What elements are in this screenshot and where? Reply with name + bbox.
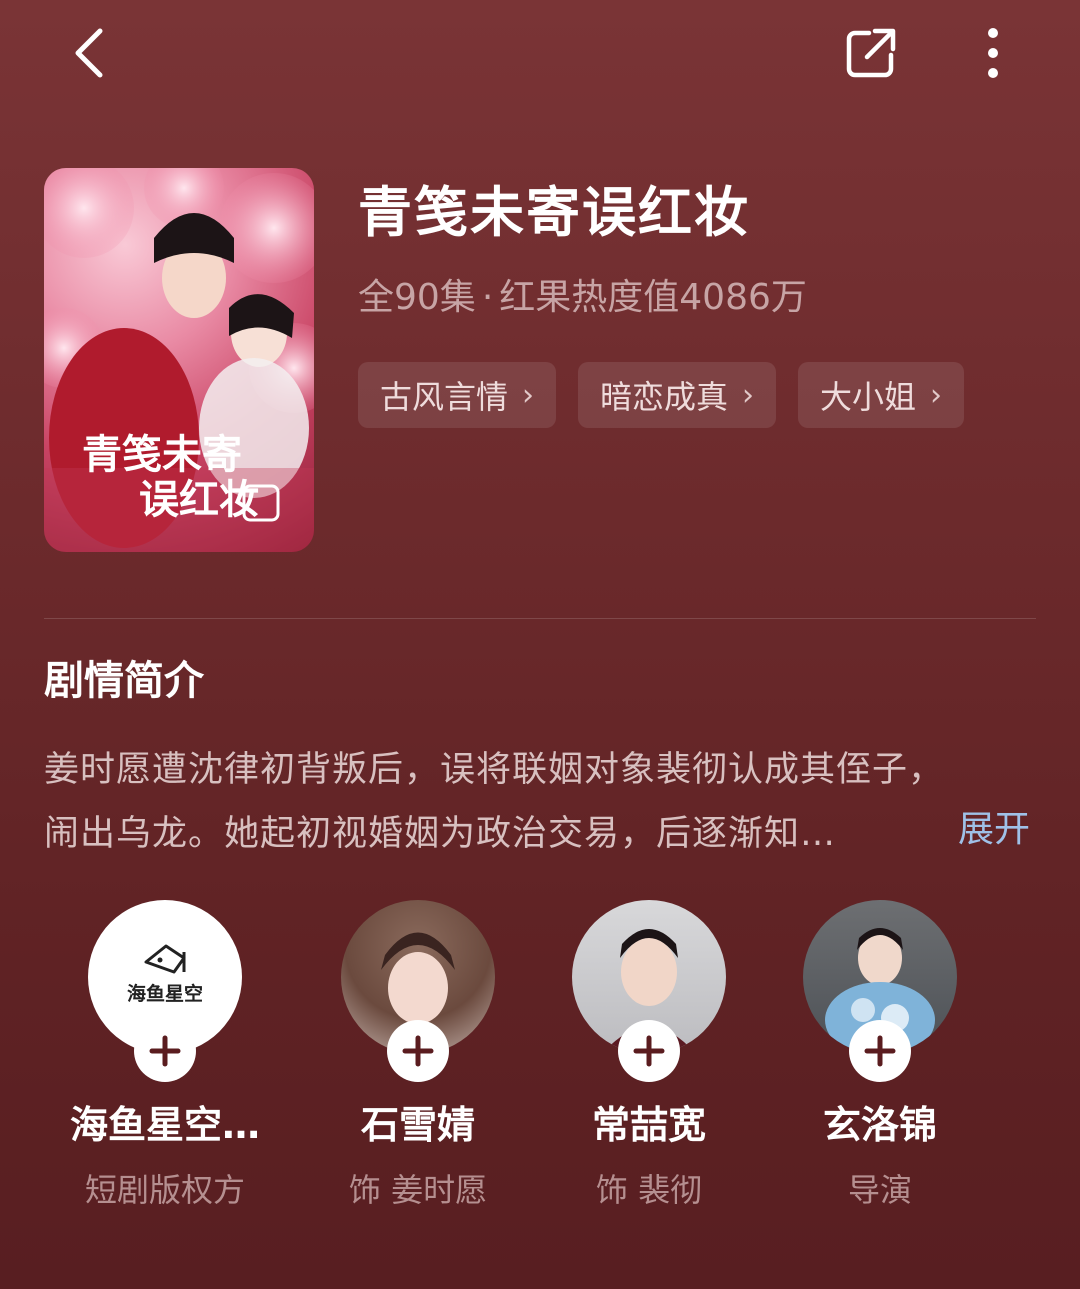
plus-icon <box>864 1035 896 1067</box>
chevron-right-icon: › <box>930 377 943 413</box>
cast-role: 饰 姜时愿 <box>348 1171 488 1209</box>
expand-link[interactable]: 展开 <box>958 800 1030 852</box>
tag-chip[interactable]: 暗恋成真 › <box>578 362 777 428</box>
cast-role: 导演 <box>847 1171 912 1209</box>
plus-icon <box>149 1035 181 1067</box>
cast-member[interactable]: 石雪婧 饰 姜时愿 <box>303 900 533 1211</box>
meta-separator: · <box>481 277 494 318</box>
avatar[interactable] <box>803 900 957 1082</box>
cast-name: 石雪婧 <box>360 1103 475 1147</box>
logo-text: 海鱼星空 <box>127 982 203 1005</box>
cast-name: 海鱼星空… <box>69 1103 260 1147</box>
cast-member[interactable]: 海鱼星空 海鱼星空… 短剧版权方 <box>50 900 280 1211</box>
cast-name: 常喆宽 <box>591 1103 706 1147</box>
cast-role: 短剧版权方 <box>84 1171 245 1209</box>
poster-title-line-1: 青笺未寄 <box>82 431 242 478</box>
synopsis-heading: 剧情简介 <box>44 658 204 704</box>
avatar[interactable]: 海鱼星空 <box>88 900 242 1082</box>
tag-label: 大小姐 <box>820 378 917 416</box>
heat-value: 红果热度值4086万 <box>499 277 807 318</box>
more-vertical-icon <box>988 28 998 78</box>
follow-button[interactable] <box>134 1020 196 1082</box>
tag-label: 古风言情 <box>380 378 509 416</box>
chevron-right-icon: › <box>522 377 535 413</box>
drama-meta: 全90集 · 红果热度值4086万 <box>358 268 807 320</box>
tag-list: 古风言情 › 暗恋成真 › 大小姐 › <box>358 362 965 428</box>
top-bar <box>0 0 1080 110</box>
tag-label: 暗恋成真 <box>600 378 729 416</box>
synopsis-line-1: 姜时愿遭沈律初背叛后，误将联姻对象裴彻认成其侄子， <box>44 750 945 790</box>
cast-member[interactable]: 玄洛锦 导演 <box>765 900 995 1211</box>
follow-button[interactable] <box>387 1020 449 1082</box>
share-button[interactable] <box>836 18 906 88</box>
follow-button[interactable] <box>618 1020 680 1082</box>
more-button[interactable] <box>958 18 1028 88</box>
share-icon <box>846 28 896 78</box>
episode-count: 全90集 <box>358 277 476 318</box>
follow-button[interactable] <box>849 1020 911 1082</box>
avatar[interactable] <box>572 900 726 1082</box>
tag-chip[interactable]: 古风言情 › <box>358 362 557 428</box>
avatar[interactable] <box>341 900 495 1082</box>
drama-title: 青笺未寄误红妆 <box>358 181 750 244</box>
plus-icon <box>633 1035 665 1067</box>
tag-chip[interactable]: 大小姐 › <box>798 362 965 428</box>
chevron-right-icon: › <box>742 377 755 413</box>
back-button[interactable] <box>56 18 120 88</box>
cast-list: 海鱼星空 海鱼星空… 短剧版权方 石雪婧 饰 姜时愿 常喆宽 饰 裴彻 玄洛锦 … <box>0 900 1080 1220</box>
cast-role: 饰 裴彻 <box>595 1171 703 1209</box>
cast-member[interactable]: 常喆宽 饰 裴彻 <box>534 900 764 1211</box>
drama-poster[interactable]: 青笺未寄 误红妆 <box>44 168 314 552</box>
plus-icon <box>402 1035 434 1067</box>
poster-title-line-2: 误红妆 <box>139 476 259 523</box>
synopsis-line-2: 闹出乌龙。她起初视婚姻为政治交易，后逐渐知… <box>44 814 837 854</box>
back-arrow-icon <box>75 28 103 78</box>
cast-name: 玄洛锦 <box>822 1103 937 1147</box>
synopsis-text: 姜时愿遭沈律初背叛后，误将联姻对象裴彻认成其侄子， 闹出乌龙。她起初视婚姻为政治… <box>44 738 1036 866</box>
section-divider <box>44 618 1036 619</box>
poster-artwork: 青笺未寄 误红妆 <box>44 168 314 552</box>
